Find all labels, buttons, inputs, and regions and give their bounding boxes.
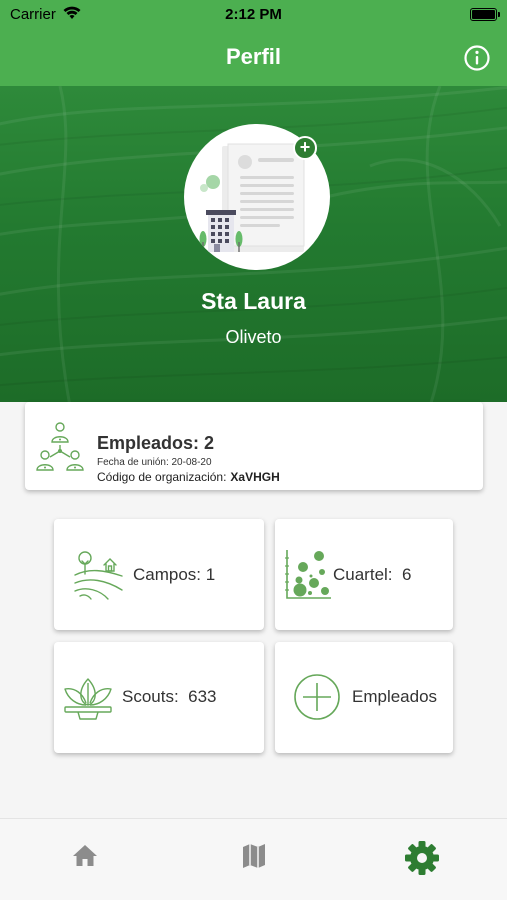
join-date: Fecha de unión: 20-08-20 — [97, 457, 212, 468]
plant-icon — [64, 678, 112, 720]
add-circle-icon — [294, 674, 340, 720]
organization-name: Sta Laura — [201, 288, 306, 314]
organization-code-value: XaVHGH — [230, 470, 280, 484]
team-icon — [36, 422, 84, 471]
status-bar: Carrier 2:12 PM — [0, 0, 507, 30]
page-title: Perfil — [225, 44, 282, 69]
add-employees-label: Empleados — [352, 687, 438, 706]
battery-icon — [470, 8, 500, 21]
organization-code-label: Código de organización: — [97, 470, 227, 484]
scouts-tile[interactable]: Scouts: 633 — [54, 642, 264, 753]
organization-code: Código de organización: XaVHGH — [97, 470, 280, 484]
settings-icon[interactable] — [404, 840, 440, 876]
info-icon[interactable] — [463, 44, 491, 72]
quarters-tile[interactable]: Cuartel: 6 — [275, 519, 453, 630]
employee-count: Empleados: 2 — [97, 433, 215, 453]
home-icon[interactable] — [72, 843, 98, 867]
organization-subtitle: Oliveto — [225, 327, 282, 347]
fields-tile[interactable]: Campos: 1 — [54, 519, 264, 630]
add-employees-tile[interactable]: Empleados — [275, 642, 453, 753]
tab-bar — [0, 818, 507, 900]
scatter-icon — [285, 550, 331, 599]
clock: 2:12 PM — [225, 6, 282, 23]
quarters-label: Cuartel: 6 — [333, 565, 412, 584]
nav-bar: Perfil — [0, 30, 507, 86]
organization-info-card: Empleados: 2 Fecha de unión: 20-08-20 Có… — [25, 402, 483, 490]
fields-label: Campos: 1 — [133, 565, 216, 584]
fields-icon — [74, 551, 123, 600]
plus-icon[interactable]: + — [293, 136, 317, 160]
scouts-label: Scouts: 633 — [122, 687, 217, 706]
map-icon[interactable] — [242, 843, 266, 869]
